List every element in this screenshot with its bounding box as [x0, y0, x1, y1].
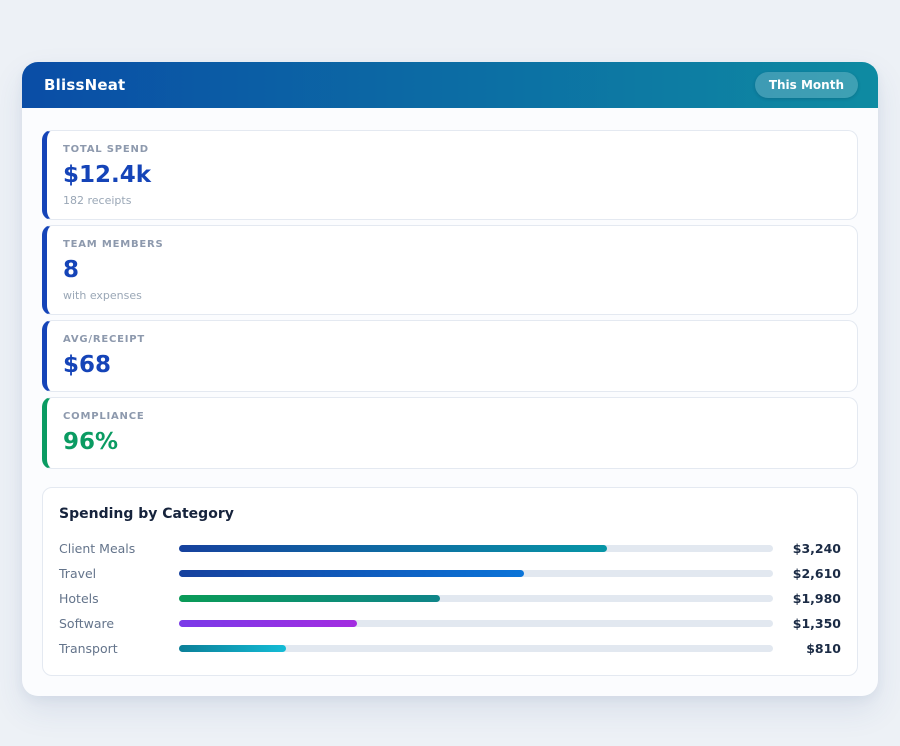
- stat-label: COMPLIANCE: [63, 411, 145, 422]
- spending-row-software: Software $1,350: [59, 611, 841, 636]
- app-header: BlissNeat This Month: [22, 62, 878, 108]
- stat-value: 96%: [63, 429, 119, 455]
- stat-card-compliance: COMPLIANCE 96%: [42, 397, 858, 469]
- bar-fill: [179, 620, 358, 627]
- spending-row-transport: Transport $810: [59, 636, 841, 661]
- category-amount: $3,240: [792, 541, 841, 556]
- period-badge[interactable]: This Month: [754, 72, 858, 98]
- stats-section: TOTAL SPEND $12.4k 182 receipts TEAM MEM…: [42, 130, 858, 469]
- category-label: Transport: [59, 641, 118, 656]
- dashboard-card: BlissNeat This Month TOTAL SPEND $12.4k …: [22, 62, 878, 696]
- category-amount: $1,350: [792, 616, 841, 631]
- stat-card-team-members: TEAM MEMBERS 8 with expenses: [42, 225, 858, 315]
- bar-fill: [179, 645, 286, 652]
- bar-fill: [179, 595, 441, 602]
- bar-track: [179, 545, 773, 552]
- category-amount: $2,610: [792, 566, 841, 581]
- bar-track: [179, 645, 773, 652]
- category-amount: $1,980: [792, 591, 841, 606]
- stat-card-total-spend: TOTAL SPEND $12.4k 182 receipts: [42, 130, 858, 220]
- spending-row-hotels: Hotels $1,980: [59, 586, 841, 611]
- dashboard-content: TOTAL SPEND $12.4k 182 receipts TEAM MEM…: [22, 108, 878, 696]
- category-label: Hotels: [59, 591, 99, 606]
- spending-by-category-card: Spending by Category Client Meals $3,240…: [42, 487, 858, 676]
- bar-track: [179, 620, 773, 627]
- stat-value: $68: [63, 352, 112, 378]
- stat-label: TEAM MEMBERS: [63, 239, 164, 250]
- stat-value: $12.4k: [63, 162, 152, 188]
- bar-fill: [179, 545, 607, 552]
- category-label: Travel: [59, 566, 97, 581]
- stat-subtext: 182 receipts: [63, 194, 132, 207]
- stat-label: AVG/RECEIPT: [63, 334, 146, 345]
- app-title: BlissNeat: [44, 76, 126, 94]
- category-amount: $810: [806, 641, 841, 656]
- bar-fill: [179, 570, 524, 577]
- bar-track: [179, 570, 773, 577]
- spending-title: Spending by Category: [59, 506, 234, 522]
- bar-track: [179, 595, 773, 602]
- category-label: Software: [59, 616, 115, 631]
- spending-row-travel: Travel $2,610: [59, 561, 841, 586]
- spending-row-client-meals: Client Meals $3,240: [59, 536, 841, 561]
- stat-value: 8: [63, 257, 80, 283]
- stat-subtext: with expenses: [63, 289, 142, 302]
- category-label: Client Meals: [59, 541, 136, 556]
- stat-card-avg-receipt: AVG/RECEIPT $68: [42, 320, 858, 392]
- stat-label: TOTAL SPEND: [63, 144, 149, 155]
